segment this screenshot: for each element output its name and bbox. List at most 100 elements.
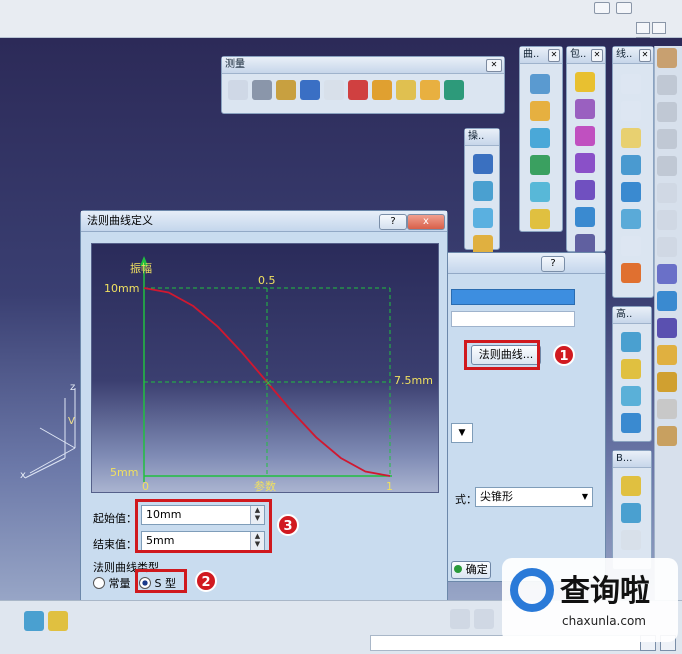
adv-tool-1-icon[interactable] [621,332,641,352]
curve-tool-5-icon[interactable] [530,182,550,202]
measure-tools-icon[interactable] [300,80,320,100]
wrap-tool-7-icon[interactable] [575,234,595,254]
style-label: 式： [455,493,477,506]
ops-tool-3-icon[interactable] [473,208,493,228]
b-tool-2-icon[interactable] [621,503,641,523]
adv-tool-3-icon[interactable] [621,386,641,406]
curve-tool-1-icon[interactable] [530,74,550,94]
selected-field[interactable] [451,289,575,305]
ok-icon [454,565,463,573]
ops-tool-2-icon[interactable] [473,181,493,201]
right-tool-15-icon[interactable] [657,426,677,446]
style-select[interactable]: 尖锥形 ▼ [475,487,593,507]
bottom-tool-4-icon[interactable] [474,609,494,629]
feature-dialog-help-button[interactable]: ? [541,256,565,272]
inner-window-controls [636,22,680,49]
wrap-toolbar-close-button[interactable]: ✕ [591,49,603,62]
surface-analysis-icon[interactable] [444,80,464,100]
inner-restore-button[interactable] [652,22,666,34]
curves-toolbar-close-button[interactable]: ✕ [548,49,560,62]
chevron-down-icon: ▼ [581,492,588,501]
right-tool-10-icon[interactable] [657,291,677,311]
style-select-value: 尖锥形 [480,490,513,503]
right-tool-2-icon[interactable] [657,75,677,95]
law-type-constant-option[interactable]: 常量 [93,575,131,591]
ok-button[interactable]: 确定 [451,561,491,579]
line-icon[interactable] [621,101,641,121]
measure-toolbar-close-button[interactable]: ✕ [486,59,502,72]
right-tool-1-icon[interactable] [657,48,677,68]
wrap-tool-2-icon[interactable] [575,99,595,119]
curve-tool-4-icon[interactable] [530,155,550,175]
wrap-tool-5-icon[interactable] [575,180,595,200]
b-tool-3-icon[interactable] [621,530,641,550]
bottom-tool-2-icon[interactable] [48,611,68,631]
circle-icon[interactable] [621,236,641,256]
projection-icon[interactable] [621,155,641,175]
law-curve-dialog: 法则曲线定义 ? x 振幅 10mm 5mm 0.5 7.5mm 0 参数 1 … [80,210,448,626]
combine-icon[interactable] [621,182,641,202]
watermark-logo-icon [510,568,554,612]
right-tool-5-icon[interactable] [657,156,677,176]
plane-icon[interactable] [621,128,641,148]
curves-toolbar: 曲.. ✕ [519,46,563,232]
radio-constant[interactable] [93,577,105,589]
draft-analysis-icon[interactable] [372,80,392,100]
wrap-tool-1-icon[interactable] [575,72,595,92]
inner-minimize-button[interactable] [636,22,650,34]
point-icon[interactable] [621,74,641,94]
measure-between-icon[interactable] [228,80,248,100]
values-highlight-box [135,499,272,553]
select-arrow-icon[interactable] [657,183,677,203]
connect-checker-icon[interactable] [348,80,368,100]
svg-text:V: V [68,416,75,427]
law-plot-area[interactable]: 振幅 10mm 5mm 0.5 7.5mm 0 参数 1 × [91,243,439,493]
line-toolbar-close-button[interactable]: ✕ [639,49,651,62]
step-badge-2: 2 [195,570,217,592]
compass-move-icon[interactable] [657,210,677,230]
right-tool-3-icon[interactable] [657,102,677,122]
window-top-strip [0,0,682,49]
minimize-button[interactable] [594,2,610,14]
curvature-icon[interactable] [420,80,440,100]
line-toolbar: 线.. ✕ [612,46,654,298]
right-tool-13-icon[interactable] [657,372,677,392]
advanced-toolbar: 高.. [612,306,652,442]
right-tool-4-icon[interactable] [657,129,677,149]
bottom-tool-3-icon[interactable] [450,609,470,629]
ops-tool-1-icon[interactable] [473,154,493,174]
dropdown-arrow-icon[interactable]: ▼ [451,423,473,443]
porcupine-icon[interactable] [396,80,416,100]
adv-tool-4-icon[interactable] [621,413,641,433]
b-toolbar-title: B... [613,451,651,468]
mid-value-label: 7.5mm [394,374,433,387]
law-button-highlight-box [464,340,540,370]
sketch-icon[interactable] [657,237,677,257]
wrap-tool-3-icon[interactable] [575,126,595,146]
reference-field[interactable] [451,311,575,327]
bottom-tool-1-icon[interactable] [24,611,44,631]
right-tool-12-icon[interactable] [657,345,677,365]
x-end-tick-label: 1 [386,480,393,492]
curve-tool-6-icon[interactable] [530,209,550,229]
law-dialog-close-button[interactable]: x [407,214,445,230]
measure-inertia-icon[interactable] [276,80,296,100]
right-tool-9-icon[interactable] [657,264,677,284]
measure-item-icon[interactable] [252,80,272,100]
adv-tool-2-icon[interactable] [621,359,641,379]
curve-tool-3-icon[interactable] [530,128,550,148]
restore-button[interactable] [616,2,632,14]
spline-icon[interactable] [621,263,641,283]
reflect-line-icon[interactable] [621,209,641,229]
wrap-tool-6-icon[interactable] [575,207,595,227]
curve-analysis-icon[interactable] [324,80,344,100]
right-tool-14-icon[interactable] [657,399,677,419]
y-axis-label: 振幅 [130,261,152,275]
feature-dialog-titlebar [441,253,605,274]
y-top-tick-label: 10mm [104,282,139,295]
curve-tool-2-icon[interactable] [530,101,550,121]
wrap-tool-4-icon[interactable] [575,153,595,173]
b-tool-1-icon[interactable] [621,476,641,496]
law-dialog-help-button[interactable]: ? [379,214,407,230]
right-tool-11-icon[interactable] [657,318,677,338]
